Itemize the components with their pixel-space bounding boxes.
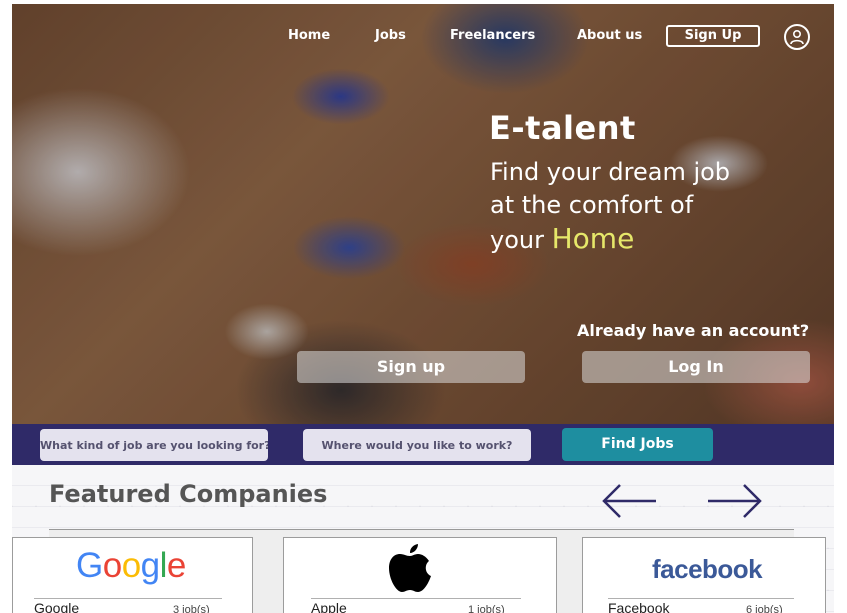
company-card-apple[interactable]: Apple 1 job(s) bbox=[283, 537, 557, 613]
nav-link-about-us[interactable]: About us bbox=[577, 28, 642, 43]
tagline-line-1: Find your dream job bbox=[490, 158, 731, 186]
company-name: Facebook bbox=[608, 600, 670, 613]
hero-login-button[interactable]: Log In bbox=[582, 351, 810, 383]
hero-tagline: Find your dream job at the comfort of yo… bbox=[490, 156, 810, 257]
already-have-account-text: Already have an account? bbox=[577, 321, 810, 340]
apple-logo-icon bbox=[389, 544, 431, 592]
card-divider bbox=[311, 598, 521, 599]
job-search-bar: Find Jobs bbox=[12, 424, 834, 465]
hero-section: Home Jobs Freelancers About us Sign Up E… bbox=[12, 4, 834, 424]
google-logo: Google bbox=[76, 546, 186, 585]
card-divider bbox=[34, 598, 222, 599]
find-jobs-button[interactable]: Find Jobs bbox=[562, 428, 713, 461]
job-type-input[interactable] bbox=[40, 429, 268, 461]
arrow-right-icon[interactable] bbox=[704, 481, 764, 521]
top-nav: Home Jobs Freelancers About us Sign Up bbox=[12, 4, 834, 74]
nav-signup-button[interactable]: Sign Up bbox=[666, 25, 760, 47]
company-job-count: 6 job(s) bbox=[746, 604, 783, 613]
location-input[interactable] bbox=[303, 429, 531, 461]
nav-link-jobs[interactable]: Jobs bbox=[375, 28, 406, 43]
company-card-facebook[interactable]: facebook Facebook 6 job(s) bbox=[582, 537, 826, 613]
featured-companies-section: Featured Companies Google Google 3 job(s… bbox=[12, 465, 834, 613]
tagline-line-3: your Home bbox=[490, 222, 810, 257]
nav-link-freelancers[interactable]: Freelancers bbox=[450, 28, 535, 43]
company-job-count: 3 job(s) bbox=[173, 604, 210, 613]
featured-companies-title: Featured Companies bbox=[49, 480, 328, 508]
tagline-highlight: Home bbox=[551, 222, 635, 255]
company-job-count: 1 job(s) bbox=[468, 604, 505, 613]
user-circle-icon[interactable] bbox=[784, 24, 810, 50]
card-divider bbox=[608, 598, 794, 599]
arrow-left-icon[interactable] bbox=[600, 481, 660, 521]
brand-title: E-talent bbox=[489, 109, 636, 147]
hero-signup-button[interactable]: Sign up bbox=[297, 351, 525, 383]
tagline-line-2: at the comfort of bbox=[490, 191, 694, 219]
tagline-prefix: your bbox=[490, 226, 544, 254]
nav-link-home[interactable]: Home bbox=[288, 28, 330, 43]
company-name: Apple bbox=[311, 600, 347, 613]
company-card-google[interactable]: Google Google 3 job(s) bbox=[12, 537, 253, 613]
facebook-logo: facebook bbox=[652, 554, 763, 584]
page: Home Jobs Freelancers About us Sign Up E… bbox=[0, 0, 847, 613]
company-name: Google bbox=[34, 600, 80, 613]
